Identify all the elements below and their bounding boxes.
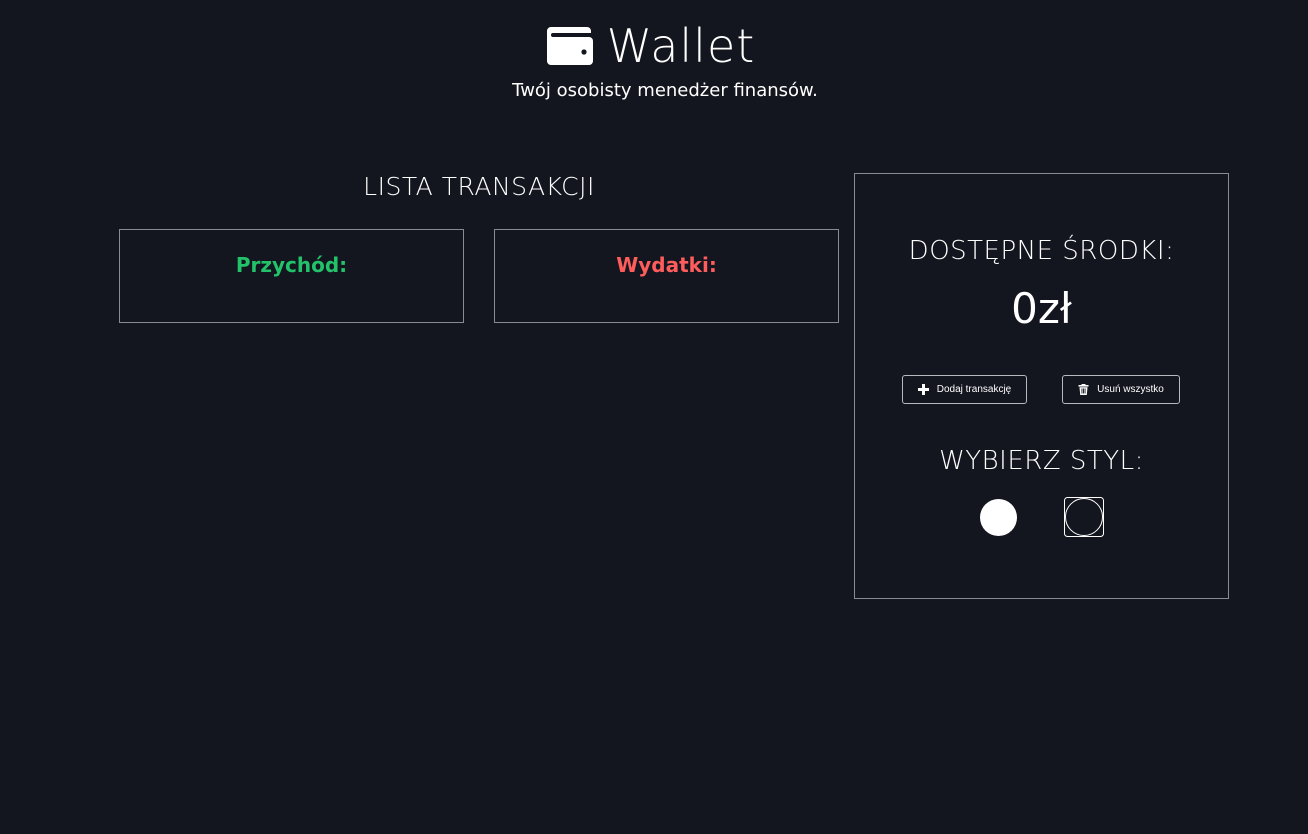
expenses-label: Wydatki:: [616, 253, 717, 277]
delete-all-button[interactable]: Usuń wszystko: [1062, 375, 1180, 404]
plus-icon: [917, 384, 929, 395]
choose-style-label: WYBIERZ STYL:: [939, 446, 1144, 476]
delete-all-label: Usuń wszystko: [1097, 384, 1164, 395]
balance-panel: DOSTĘPNE ŚRODKI: 0zł Dodaj transakcję Us…: [854, 173, 1229, 599]
app-header: Wallet: [0, 18, 1308, 74]
income-box: Przychód:: [119, 229, 464, 323]
income-label: Przychód:: [235, 253, 348, 277]
add-transaction-button[interactable]: Dodaj transakcję: [902, 375, 1027, 404]
transactions-heading: LISTA TRANSAKCJI: [363, 172, 595, 201]
add-transaction-label: Dodaj transakcję: [936, 384, 1012, 395]
light-style-option[interactable]: [980, 499, 1017, 536]
dark-style-option[interactable]: [1064, 497, 1104, 537]
trash-icon: [1078, 384, 1089, 395]
app-title: Wallet: [606, 19, 756, 73]
available-funds-value: 0zł: [1011, 284, 1072, 333]
expenses-box: Wydatki:: [494, 229, 839, 323]
app-subtitle: Twój osobisty menedżer finansów.: [512, 80, 818, 101]
wallet-icon: [546, 27, 593, 65]
available-funds-label: DOSTĘPNE ŚRODKI:: [908, 236, 1175, 266]
